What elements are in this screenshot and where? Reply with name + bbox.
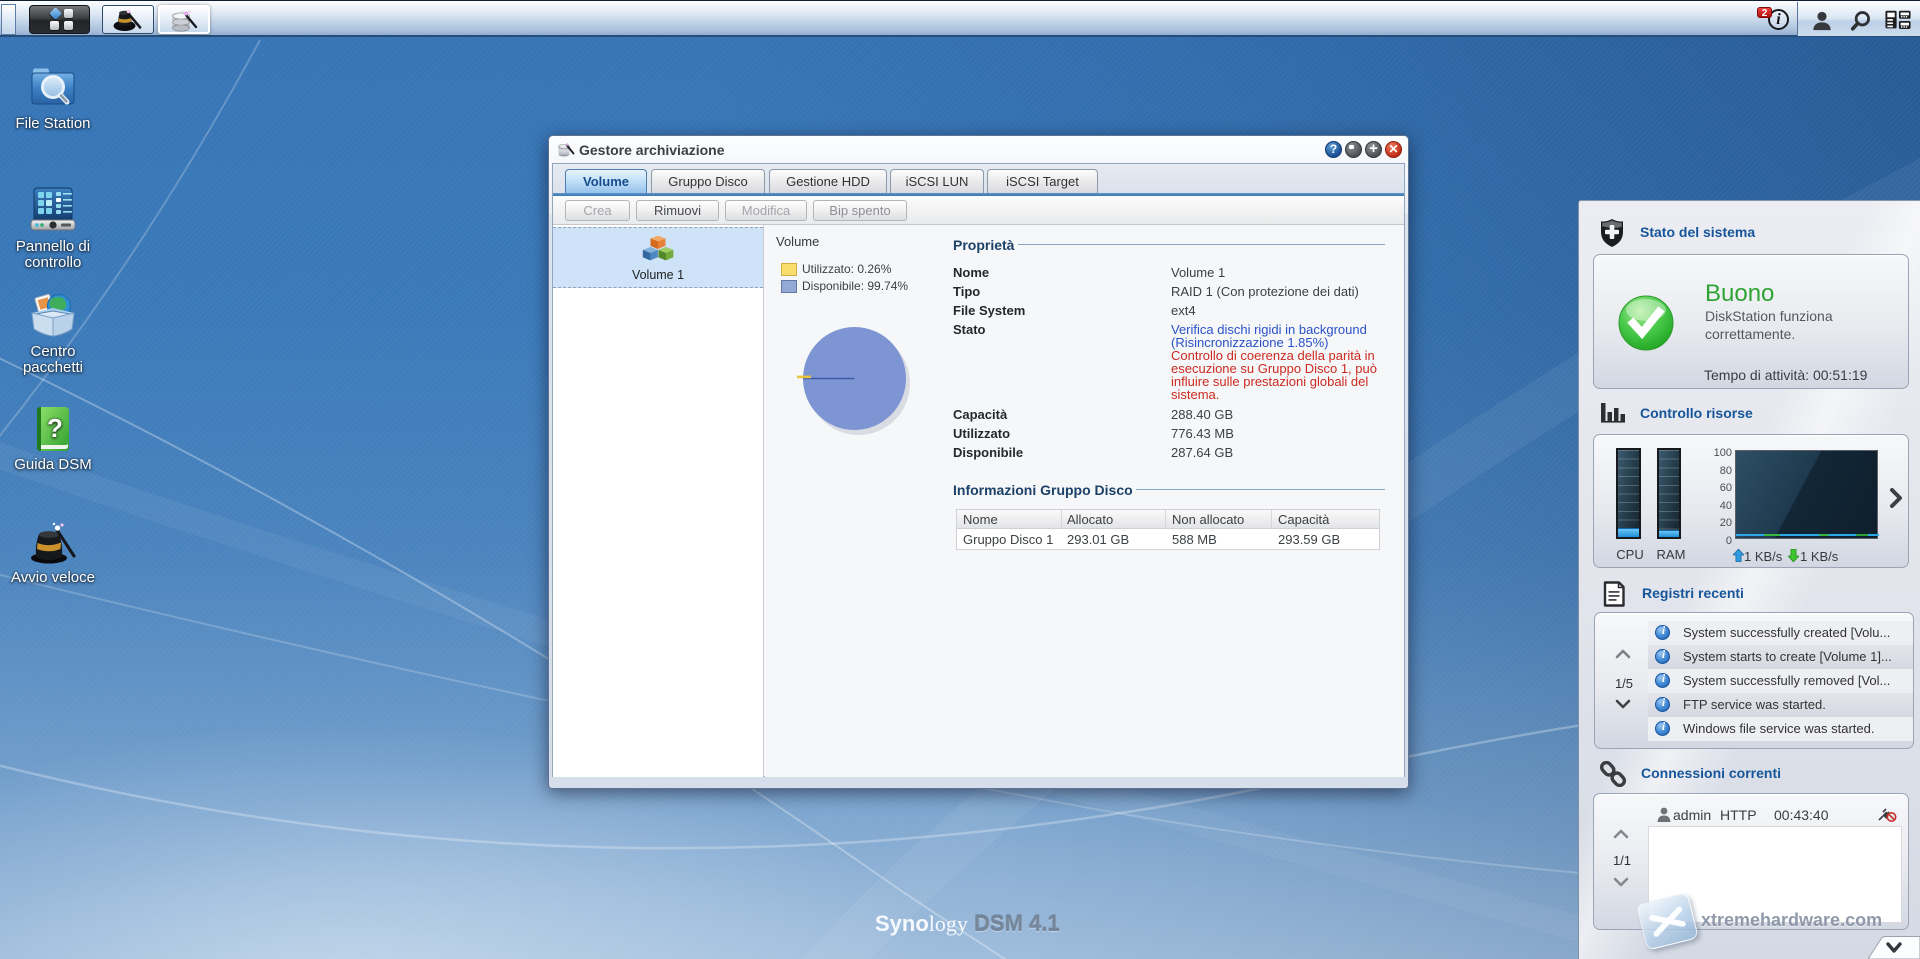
svg-text:?: ? [47,413,63,443]
